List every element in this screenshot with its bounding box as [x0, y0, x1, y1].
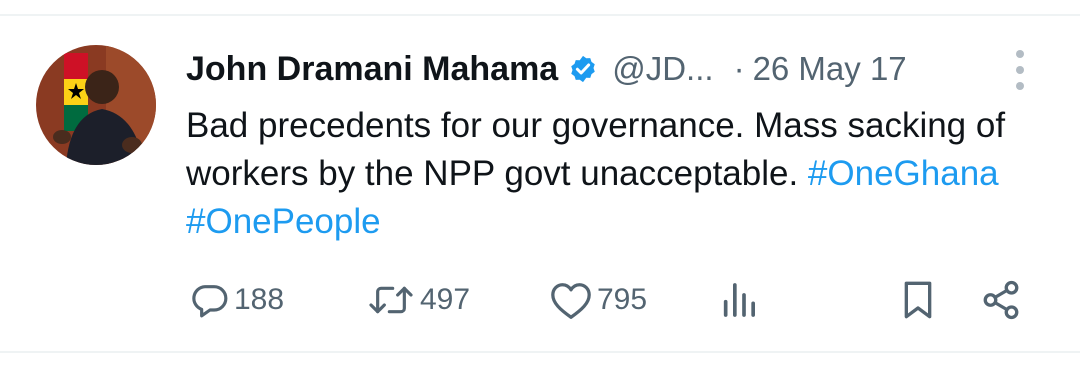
- reply-button[interactable]: 188: [190, 275, 284, 325]
- reply-count: 188: [234, 283, 285, 316]
- like-count: 795: [597, 283, 648, 316]
- avatar[interactable]: [36, 45, 156, 165]
- bookmark-button[interactable]: [898, 275, 938, 325]
- author-handle[interactable]: @JD...: [612, 50, 713, 88]
- share-button[interactable]: [980, 275, 1022, 325]
- views-button[interactable]: [719, 275, 759, 325]
- bottom-divider: [0, 351, 1080, 353]
- tweet-text: Bad precedents for our governance. Mass …: [186, 102, 1026, 246]
- verified-badge-icon: [568, 54, 598, 84]
- hashtag-oneghana[interactable]: #OneGhana: [808, 154, 999, 193]
- dot: [1016, 82, 1024, 90]
- separator-dot: ·: [733, 50, 745, 87]
- retweet-button[interactable]: 497: [366, 275, 470, 325]
- bookmark-icon: [898, 278, 938, 322]
- retweet-icon: [366, 280, 416, 320]
- retweet-count: 497: [420, 283, 471, 316]
- like-button[interactable]: 795: [549, 275, 647, 325]
- more-options-icon[interactable]: [1006, 50, 1034, 90]
- dot: [1016, 50, 1024, 58]
- reply-icon: [190, 280, 230, 320]
- tweet-date[interactable]: 26 May 17: [753, 50, 907, 88]
- author-name[interactable]: John Dramani Mahama: [186, 50, 558, 89]
- heart-icon: [549, 280, 593, 320]
- share-icon: [980, 279, 1022, 321]
- analytics-icon: [719, 280, 759, 320]
- dot: [1016, 66, 1024, 74]
- hashtag-onepeople[interactable]: #OnePeople: [186, 202, 381, 241]
- top-divider: [0, 14, 1080, 16]
- tweet-header: John Dramani Mahama @JD... · 26 May 17: [186, 47, 907, 91]
